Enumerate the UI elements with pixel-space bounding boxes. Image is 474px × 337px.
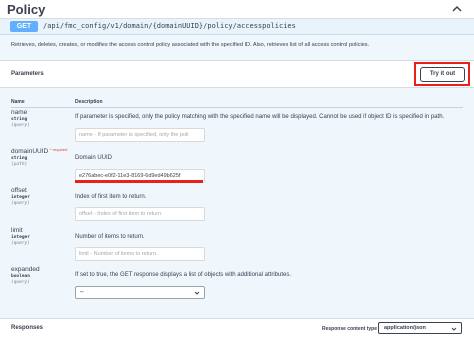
param-offset-label: offset xyxy=(11,187,27,194)
operation-description: Retrieves, deletes, creates, or modifies… xyxy=(11,42,370,48)
param-offset-type: integer xyxy=(11,195,30,200)
try-it-out-button[interactable]: Try it out xyxy=(420,67,465,82)
offset-input[interactable] xyxy=(75,207,205,221)
required-marker: * required xyxy=(50,147,68,152)
param-offset-description: Index of first item to return. xyxy=(75,194,147,200)
param-name-type: string xyxy=(11,117,28,122)
param-limit-location: (query) xyxy=(11,241,30,246)
param-expanded-label: expanded xyxy=(11,266,40,273)
method-badge: GET xyxy=(10,21,38,32)
param-expanded-location: (query) xyxy=(11,280,30,285)
content-type-label: Response content type xyxy=(322,326,378,332)
content-type-value: application/json xyxy=(384,325,426,331)
limit-input[interactable] xyxy=(75,247,205,261)
column-header-name: Name xyxy=(11,99,25,105)
param-domainuuid-label: domainUUID xyxy=(11,148,49,155)
param-expanded-type: boolean xyxy=(11,274,30,279)
chevron-up-icon[interactable] xyxy=(452,4,462,14)
column-header-description: Description xyxy=(75,99,103,105)
expanded-select[interactable]: -- xyxy=(75,286,205,299)
operation-body: Retrieves, deletes, creates, or modifies… xyxy=(0,35,474,337)
parameters-label: Parameters xyxy=(11,71,44,77)
param-name-location: (query) xyxy=(11,123,30,128)
param-offset-location: (query) xyxy=(11,201,30,206)
param-limit-type: integer xyxy=(11,235,30,240)
responses-header: Responses Response content type applicat… xyxy=(0,318,474,337)
operation-summary[interactable]: GET /api/fmc_config/v1/domain/{domainUUI… xyxy=(0,19,474,35)
param-domainuuid-type: string xyxy=(11,156,28,161)
param-name-label: name xyxy=(11,109,28,116)
param-name-description: If parameter is specified, only the poli… xyxy=(75,114,445,120)
expanded-select-value: -- xyxy=(80,289,84,295)
column-divider xyxy=(11,107,463,108)
section-header[interactable]: Policy xyxy=(0,0,474,19)
section-title: Policy xyxy=(7,2,46,17)
param-limit-label: limit xyxy=(11,227,23,234)
parameters-header: Parameters Try it out xyxy=(0,60,474,88)
endpoint-path: /api/fmc_config/v1/domain/{domainUUID}/p… xyxy=(43,22,296,30)
param-limit-description: Number of items to return. xyxy=(75,234,145,240)
domain-uuid-highlight xyxy=(75,180,203,183)
responses-label: Responses xyxy=(11,325,44,331)
param-domainuuid-location: (path) xyxy=(11,162,28,167)
param-domainuuid-description: Domain UUID xyxy=(75,155,113,161)
param-expanded-description: If set to true, the GET response display… xyxy=(75,272,291,278)
chevron-down-icon xyxy=(451,326,457,332)
chevron-down-icon xyxy=(194,290,200,296)
name-input[interactable] xyxy=(75,128,205,142)
content-type-select[interactable]: application/json xyxy=(378,322,462,334)
